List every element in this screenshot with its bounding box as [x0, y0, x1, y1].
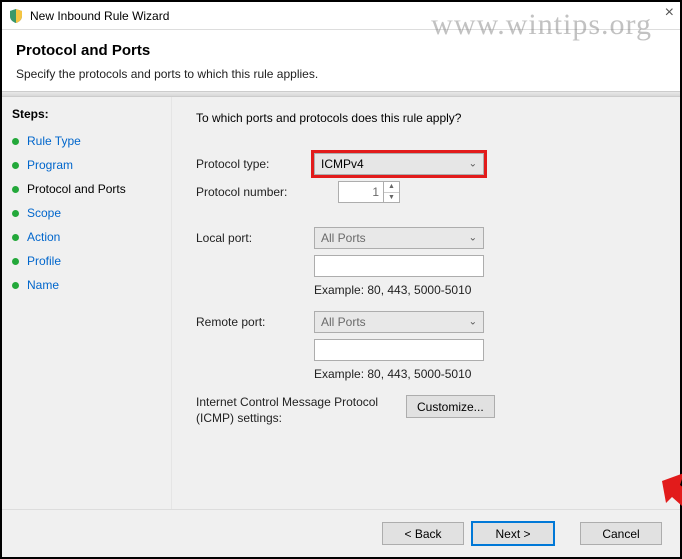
local-port-input [314, 255, 484, 277]
steps-title: Steps: [12, 107, 161, 121]
bullet-icon [12, 186, 19, 193]
page-title: Protocol and Ports [16, 42, 666, 59]
icmp-settings-label: Internet Control Message Protocol (ICMP)… [196, 395, 406, 426]
step-link[interactable]: Program [27, 158, 73, 172]
protocol-type-value: ICMPv4 [321, 157, 364, 171]
step-link[interactable]: Profile [27, 254, 61, 268]
bullet-icon [12, 138, 19, 145]
remote-port-value: All Ports [321, 315, 366, 329]
remote-port-example: Example: 80, 443, 5000-5010 [314, 367, 660, 381]
spinner-arrows: ▲ ▼ [383, 182, 399, 202]
step-name[interactable]: Name [12, 273, 161, 297]
step-rule-type[interactable]: Rule Type [12, 129, 161, 153]
next-button[interactable]: Next > [472, 522, 554, 545]
chevron-down-icon: ⌄ [469, 317, 477, 328]
spinner-up-icon: ▲ [384, 182, 399, 193]
step-protocol-and-ports[interactable]: Protocol and Ports [12, 177, 161, 201]
spinner-down-icon: ▼ [384, 193, 399, 203]
customize-button[interactable]: Customize... [406, 395, 495, 418]
protocol-number-label: Protocol number: [196, 185, 314, 199]
local-port-value: All Ports [321, 231, 366, 245]
page-subtitle: Specify the protocols and ports to which… [16, 67, 666, 81]
back-button[interactable]: < Back [382, 522, 464, 545]
step-program[interactable]: Program [12, 153, 161, 177]
close-icon[interactable]: × [665, 4, 674, 22]
step-link[interactable]: Scope [27, 206, 61, 220]
step-link[interactable]: Name [27, 278, 59, 292]
protocol-type-combo[interactable]: ICMPv4 ⌄ [314, 153, 484, 175]
bullet-icon [12, 282, 19, 289]
step-scope[interactable]: Scope [12, 201, 161, 225]
window-title: New Inbound Rule Wizard [30, 9, 169, 23]
step-profile[interactable]: Profile [12, 249, 161, 273]
bullet-icon [12, 162, 19, 169]
bullet-icon [12, 234, 19, 241]
content-pane: To which ports and protocols does this r… [172, 97, 680, 527]
cancel-button[interactable]: Cancel [580, 522, 662, 545]
wizard-body: Steps: Rule Type Program Protocol and Po… [2, 97, 680, 527]
bullet-icon [12, 258, 19, 265]
step-link[interactable]: Action [27, 230, 60, 244]
prompt-text: To which ports and protocols does this r… [196, 111, 660, 125]
protocol-number-value: 1 [345, 185, 383, 199]
step-action[interactable]: Action [12, 225, 161, 249]
protocol-type-label: Protocol type: [196, 157, 314, 171]
protocol-number-spinner: 1 ▲ ▼ [338, 181, 400, 203]
steps-sidebar: Steps: Rule Type Program Protocol and Po… [2, 97, 172, 527]
remote-port-combo: All Ports ⌄ [314, 311, 484, 333]
chevron-down-icon: ⌄ [469, 159, 477, 170]
bullet-icon [12, 210, 19, 217]
wizard-footer: < Back Next > Cancel [2, 509, 680, 557]
remote-port-label: Remote port: [196, 315, 314, 329]
step-link[interactable]: Rule Type [27, 134, 81, 148]
local-port-label: Local port: [196, 231, 314, 245]
chevron-down-icon: ⌄ [469, 233, 477, 244]
wizard-header: Protocol and Ports Specify the protocols… [2, 30, 680, 91]
local-port-combo: All Ports ⌄ [314, 227, 484, 249]
titlebar: New Inbound Rule Wizard × [2, 2, 680, 30]
step-label-current: Protocol and Ports [27, 182, 126, 196]
shield-icon [8, 8, 24, 24]
remote-port-input [314, 339, 484, 361]
local-port-example: Example: 80, 443, 5000-5010 [314, 283, 660, 297]
